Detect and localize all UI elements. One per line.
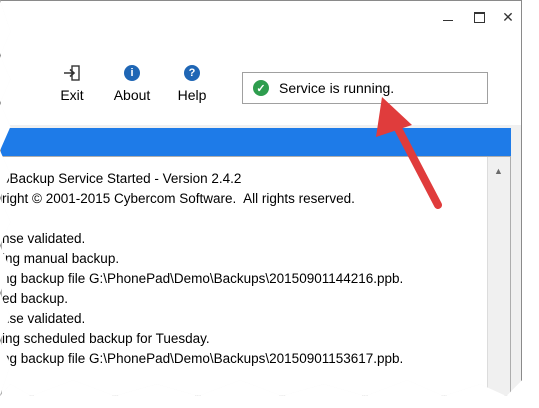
- about-button[interactable]: i About: [109, 65, 155, 103]
- info-icon: i: [124, 65, 140, 81]
- close-icon: ✕: [502, 8, 514, 25]
- service-status-text: Service is running.: [279, 80, 395, 96]
- log-line: ed backup.: [2, 291, 69, 306]
- about-label: About: [113, 87, 151, 103]
- log-line: ng backup file G:\PhonePad\Demo\Backups\…: [2, 351, 404, 366]
- exit-icon: [64, 65, 80, 81]
- maximize-button[interactable]: [467, 7, 491, 27]
- log-line: ng backup file G:\PhonePad\Demo\Backups\…: [2, 271, 404, 286]
- log-line: nse validated.: [2, 311, 86, 326]
- log-line: ing manual backup.: [2, 251, 120, 266]
- exit-button[interactable]: Exit: [57, 65, 87, 103]
- help-button[interactable]: ? Help: [173, 65, 211, 103]
- log-line: ing scheduled backup for Tuesday.: [2, 331, 210, 346]
- maximize-icon: [473, 11, 485, 23]
- question-icon: ?: [184, 65, 200, 81]
- exit-label: Exit: [60, 87, 84, 103]
- log-line: nse validated.: [2, 231, 86, 246]
- close-button[interactable]: ✕: [496, 7, 520, 27]
- minimize-button[interactable]: [436, 7, 460, 27]
- check-icon: ✓: [253, 80, 269, 96]
- scroll-up-arrow-icon[interactable]: ▲: [492, 163, 505, 178]
- minimize-icon: [443, 19, 453, 21]
- title-bar: ✕: [1, 1, 521, 35]
- help-label: Help: [177, 87, 207, 103]
- annotation-arrow-icon: [376, 97, 442, 209]
- vertical-scrollbar[interactable]: ▲: [487, 157, 510, 396]
